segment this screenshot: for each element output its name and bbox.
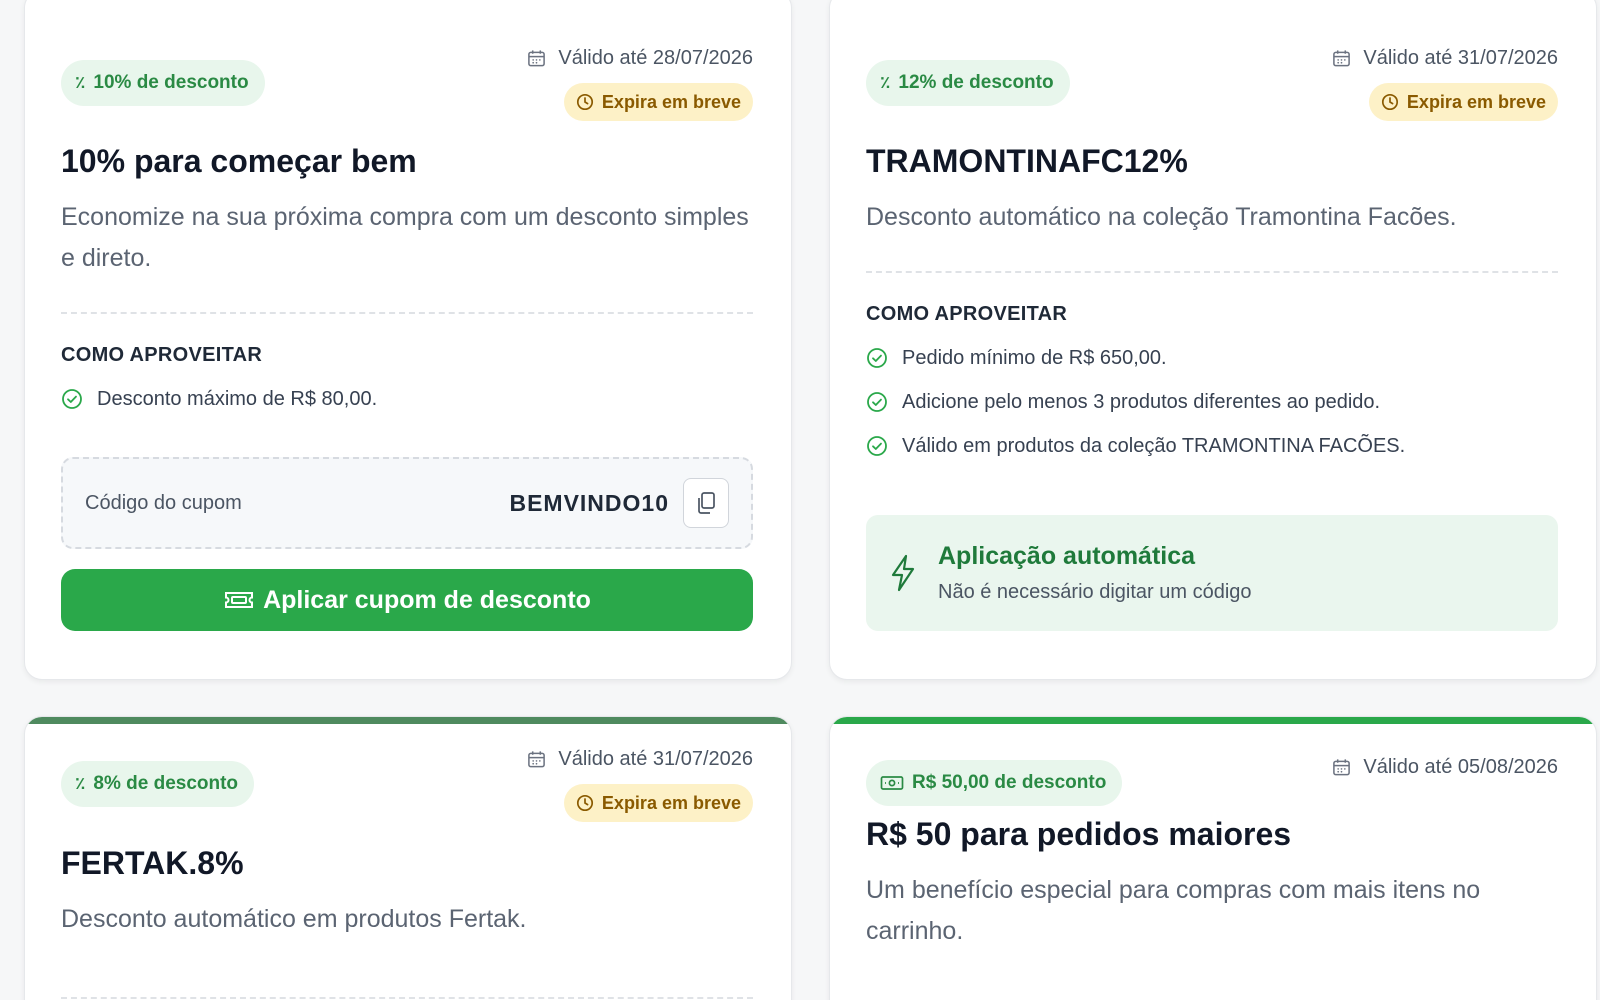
auto-apply-subtitle: Não é necessário digitar um código bbox=[938, 581, 1252, 603]
calendar-icon bbox=[528, 50, 546, 67]
divider bbox=[866, 271, 1558, 273]
clock-icon bbox=[1381, 93, 1398, 111]
valid-until-text: Válido até 31/07/2026 bbox=[1363, 47, 1558, 69]
discount-badge-label: R$ 50,00 de desconto bbox=[912, 772, 1107, 793]
coupon-card: R$ 50,00 de desconto Válido até 05/08/20… bbox=[829, 716, 1597, 1000]
copy-code-button[interactable] bbox=[683, 478, 729, 528]
cash-icon bbox=[880, 776, 904, 790]
copy-icon bbox=[698, 492, 715, 514]
discount-badge: R$ 50,00 de desconto bbox=[866, 760, 1123, 806]
valid-until: Válido até 31/07/2026 bbox=[1332, 47, 1558, 70]
percent-icon: ٪ bbox=[75, 774, 86, 793]
coupon-title: R$ 50 para pedidos maiores bbox=[866, 816, 1292, 852]
rules-list: Desconto máximo de R$ 80,00. bbox=[61, 377, 753, 421]
coupon-description: Um benefício especial para compras com m… bbox=[866, 876, 1481, 945]
expire-badge: Expira em breve bbox=[563, 83, 753, 121]
percent-icon: ٪ bbox=[75, 73, 86, 92]
expire-badge: Expira em breve bbox=[563, 784, 753, 822]
howto-heading: COMO APROVEITAR bbox=[61, 344, 263, 366]
coupon-description: Economize na sua próxima compra com um d… bbox=[61, 203, 749, 272]
lightning-icon bbox=[891, 554, 915, 592]
apply-coupon-button[interactable]: Aplicar cupom de desconto bbox=[61, 569, 753, 631]
expire-label: Expira em breve bbox=[601, 792, 741, 813]
coupon-code-box: Código do cupom BEMVINDO10 bbox=[61, 457, 753, 549]
coupon-card: ٪ 10% de desconto Válido até 28/07/2026 … bbox=[24, 0, 792, 680]
rule-text: Pedido mínimo de R$ 650,00. bbox=[902, 346, 1167, 369]
valid-until-text: Válido até 28/07/2026 bbox=[558, 47, 753, 69]
rule-text: Adicione pelo menos 3 produtos diferente… bbox=[902, 390, 1381, 413]
divider bbox=[61, 997, 753, 999]
coupon-grid: ٪ 10% de desconto Válido até 28/07/2026 … bbox=[0, 0, 1600, 1000]
clock-icon bbox=[576, 794, 593, 812]
code-label: Código do cupom bbox=[85, 491, 242, 514]
coupon-card: ٪ 12% de desconto Válido até 31/07/2026 … bbox=[829, 0, 1597, 680]
ticket-icon bbox=[225, 592, 254, 608]
rules-list: Pedido mínimo de R$ 650,00. Adicione pel… bbox=[866, 336, 1558, 468]
calendar-icon bbox=[1333, 50, 1351, 67]
valid-until: Válido até 28/07/2026 bbox=[527, 47, 753, 70]
coupon-card: ٪ 8% de desconto Válido até 31/07/2026 E… bbox=[24, 716, 792, 1000]
clock-icon bbox=[576, 93, 593, 111]
rule-text: Desconto máximo de R$ 80,00. bbox=[97, 387, 378, 410]
discount-badge: ٪ 10% de desconto bbox=[61, 60, 265, 106]
valid-until: Válido até 31/07/2026 bbox=[527, 748, 753, 771]
coupon-code: BEMVINDO10 bbox=[509, 489, 669, 516]
check-circle-icon bbox=[867, 436, 887, 456]
rule-item: Válido em produtos da coleção TRAMONTINA… bbox=[866, 424, 1558, 468]
divider bbox=[61, 312, 753, 314]
valid-until: Válido até 05/08/2026 bbox=[1332, 756, 1558, 779]
coupon-description: Desconto automático na coleção Tramontin… bbox=[866, 203, 1457, 231]
coupon-title: TRAMONTINAFC12% bbox=[866, 143, 1188, 179]
coupon-title: FERTAK.8% bbox=[61, 845, 244, 881]
calendar-icon bbox=[1333, 759, 1351, 776]
rule-text: Válido em produtos da coleção TRAMONTINA… bbox=[902, 434, 1406, 457]
valid-until-text: Válido até 05/08/2026 bbox=[1363, 756, 1558, 778]
discount-badge-label: 10% de desconto bbox=[93, 72, 249, 93]
code-value-group: BEMVINDO10 bbox=[509, 478, 729, 528]
rule-item: Adicione pelo menos 3 produtos diferente… bbox=[866, 380, 1558, 424]
check-circle-icon bbox=[867, 392, 887, 412]
coupon-description: Desconto automático em produtos Fertak. bbox=[61, 905, 527, 933]
discount-badge: ٪ 12% de desconto bbox=[866, 60, 1070, 106]
discount-badge-label: 12% de desconto bbox=[898, 72, 1054, 93]
rule-item: Desconto máximo de R$ 80,00. bbox=[61, 377, 753, 421]
expire-label: Expira em breve bbox=[1406, 91, 1546, 112]
check-circle-icon bbox=[62, 389, 82, 409]
howto-heading: COMO APROVEITAR bbox=[866, 303, 1068, 325]
rule-item: Pedido mínimo de R$ 650,00. bbox=[866, 336, 1558, 380]
valid-until-text: Válido até 31/07/2026 bbox=[558, 748, 753, 770]
apply-coupon-label: Aplicar cupom de desconto bbox=[263, 585, 591, 614]
expire-label: Expira em breve bbox=[601, 91, 741, 112]
auto-apply-title: Aplicação automática bbox=[938, 542, 1196, 570]
check-circle-icon bbox=[867, 348, 887, 368]
expire-badge: Expira em breve bbox=[1368, 83, 1558, 121]
discount-badge: ٪ 8% de desconto bbox=[61, 761, 255, 807]
auto-apply-box: Aplicação automática Não é necessário di… bbox=[866, 515, 1558, 631]
auto-apply-text: Aplicação automática Não é necessário di… bbox=[938, 542, 1252, 604]
calendar-icon bbox=[528, 751, 546, 768]
percent-icon: ٪ bbox=[880, 73, 891, 92]
coupon-title: 10% para começar bem bbox=[61, 143, 417, 179]
discount-badge-label: 8% de desconto bbox=[93, 773, 239, 794]
